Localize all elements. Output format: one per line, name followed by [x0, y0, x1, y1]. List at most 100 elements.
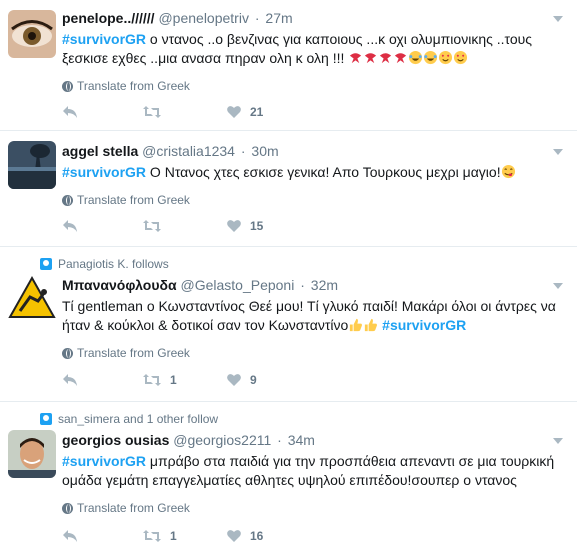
retweet-icon — [143, 530, 161, 542]
heart-icon — [227, 374, 241, 386]
retweet-icon — [143, 220, 161, 232]
tweet-actions: 1 16 — [62, 529, 292, 545]
retweet-button[interactable]: 1 — [142, 373, 177, 387]
separator-dot: · — [300, 277, 305, 293]
translate-link[interactable]: Translate from Greek — [62, 79, 190, 93]
translate-label: Translate from Greek — [77, 79, 190, 93]
tweet-text-line1: μπράβο στα παιδιά για την προσπάθεια απε… — [146, 453, 555, 469]
screen-name[interactable]: @cristalia1234 — [142, 143, 235, 159]
reply-icon — [63, 530, 77, 542]
reply-button[interactable] — [62, 373, 78, 387]
retweet-icon — [143, 374, 161, 386]
heart-eyes-emoji-icon — [439, 50, 453, 65]
like-button[interactable]: 15 — [226, 219, 263, 233]
tweet[interactable]: san_simera and 1 other follow georgios o… — [0, 402, 577, 554]
retweet-count: 1 — [170, 529, 177, 543]
reply-icon — [63, 106, 77, 118]
timestamp[interactable]: 27m — [265, 10, 292, 26]
heart-eyes-emoji-icon — [454, 50, 468, 65]
tweet-actions: 21 — [62, 105, 292, 121]
like-button[interactable]: 16 — [226, 529, 263, 543]
yum-emoji-icon — [501, 164, 515, 179]
translate-link[interactable]: Translate from Greek — [62, 501, 190, 515]
globe-icon — [62, 194, 73, 206]
reply-button[interactable] — [62, 219, 78, 233]
globe-icon — [62, 80, 73, 92]
like-count: 15 — [250, 219, 264, 233]
reply-icon — [63, 220, 77, 232]
avatar[interactable] — [8, 10, 56, 58]
thumbs-up-emoji-icon — [350, 318, 363, 332]
social-context[interactable]: Panagiotis K. follows — [40, 257, 169, 271]
chevron-down-icon[interactable] — [553, 149, 563, 155]
person-icon — [40, 258, 52, 270]
heart-icon — [227, 530, 241, 542]
timestamp[interactable]: 34m — [288, 432, 315, 448]
chevron-down-icon[interactable] — [553, 283, 563, 289]
display-name[interactable]: Μπανανόφλουδα — [62, 277, 177, 293]
social-context[interactable]: san_simera and 1 other follow — [40, 412, 218, 426]
display-name[interactable]: penelope..////// — [62, 10, 155, 26]
tweet[interactable]: penelope..////// @penelopetriv · 27m #su… — [0, 0, 577, 131]
tweet-text-line1: ο ντανος ..ο βενζινας για καποιους ...κ … — [146, 31, 533, 47]
avatar[interactable] — [8, 141, 56, 189]
translate-label: Translate from Greek — [77, 501, 190, 515]
chevron-down-icon[interactable] — [553, 16, 563, 22]
tweet-text-line1: Τί gentleman ο Κωνσταντίνος Θεέ μου! Τί … — [62, 298, 556, 314]
laugh-cry-emoji-icon — [409, 50, 423, 65]
tweet-text: #survivorGR μπράβο στα παιδιά για την πρ… — [62, 452, 567, 490]
retweet-button[interactable] — [142, 219, 170, 233]
translate-link[interactable]: Translate from Greek — [62, 346, 190, 360]
tweet-actions: 15 — [62, 219, 292, 235]
like-count: 16 — [250, 529, 264, 543]
display-name[interactable]: aggel stella — [62, 143, 138, 159]
retweet-icon — [143, 106, 161, 118]
globe-icon — [62, 347, 73, 359]
bird-emoji-icon — [395, 53, 407, 64]
tweet[interactable]: aggel stella @cristalia1234 · 30m #survi… — [0, 131, 577, 247]
tweet-text-line1: Ο Ντανος χτες εσκισε γενικα! Απο Τουρκου… — [146, 164, 501, 180]
tweet-timeline: penelope..////// @penelopetriv · 27m #su… — [0, 0, 577, 554]
avatar[interactable] — [8, 275, 56, 323]
separator-dot: · — [254, 10, 260, 26]
reply-button[interactable] — [62, 105, 78, 119]
tweet-text-line2: ξεσκισε εχθες ..μια ανασα πηραν ολη κ ολ… — [62, 50, 349, 66]
laugh-cry-emoji-icon — [424, 50, 438, 65]
separator-dot: · — [240, 143, 246, 159]
hashtag-link[interactable]: #survivorGR — [382, 317, 466, 333]
display-name[interactable]: georgios ousias — [62, 432, 169, 448]
like-button[interactable]: 21 — [226, 105, 263, 119]
timestamp[interactable]: 32m — [311, 277, 338, 293]
emoji-group — [348, 50, 468, 66]
like-button[interactable]: 9 — [226, 373, 257, 387]
globe-icon — [62, 502, 73, 514]
bird-emoji-icon — [350, 53, 362, 64]
tweet-header: penelope..////// @penelopetriv · 27m — [62, 10, 293, 26]
chevron-down-icon[interactable] — [553, 438, 563, 444]
tweet[interactable]: Panagiotis K. follows Μπανανόφλουδα @Gel… — [0, 247, 577, 402]
tweet-text: #survivorGR Ο Ντανος χτες εσκισε γενικα!… — [62, 163, 567, 182]
retweet-button[interactable]: 1 — [142, 529, 177, 543]
tweet-header: Μπανανόφλουδα @Gelasto_Peponi · 32m — [62, 277, 338, 293]
separator-dot: · — [277, 432, 282, 448]
translate-label: Translate from Greek — [77, 193, 190, 207]
translate-label: Translate from Greek — [77, 346, 190, 360]
hashtag-link[interactable]: #survivorGR — [62, 164, 146, 180]
avatar[interactable] — [8, 430, 56, 478]
tweet-text: #survivorGR ο ντανος ..ο βενζινας για κα… — [62, 30, 567, 68]
reply-button[interactable] — [62, 529, 78, 543]
translate-link[interactable]: Translate from Greek — [62, 193, 190, 207]
timestamp[interactable]: 30m — [251, 143, 278, 159]
screen-name[interactable]: @penelopetriv — [158, 10, 249, 26]
reply-icon — [63, 374, 77, 386]
heart-icon — [227, 106, 241, 118]
hashtag-link[interactable]: #survivorGR — [62, 31, 146, 47]
bird-emoji-icon — [365, 53, 377, 64]
retweet-button[interactable] — [142, 105, 170, 119]
tweet-text-line2: ομάδα γεμάτη επαγγελματίες αθλητες υψηλο… — [62, 472, 517, 488]
thumbs-up-emoji-icon — [365, 318, 378, 332]
screen-name[interactable]: @georgios2211 — [173, 432, 271, 448]
hashtag-link[interactable]: #survivorGR — [62, 453, 146, 469]
screen-name[interactable]: @Gelasto_Peponi — [180, 277, 294, 293]
like-count: 9 — [250, 373, 257, 387]
